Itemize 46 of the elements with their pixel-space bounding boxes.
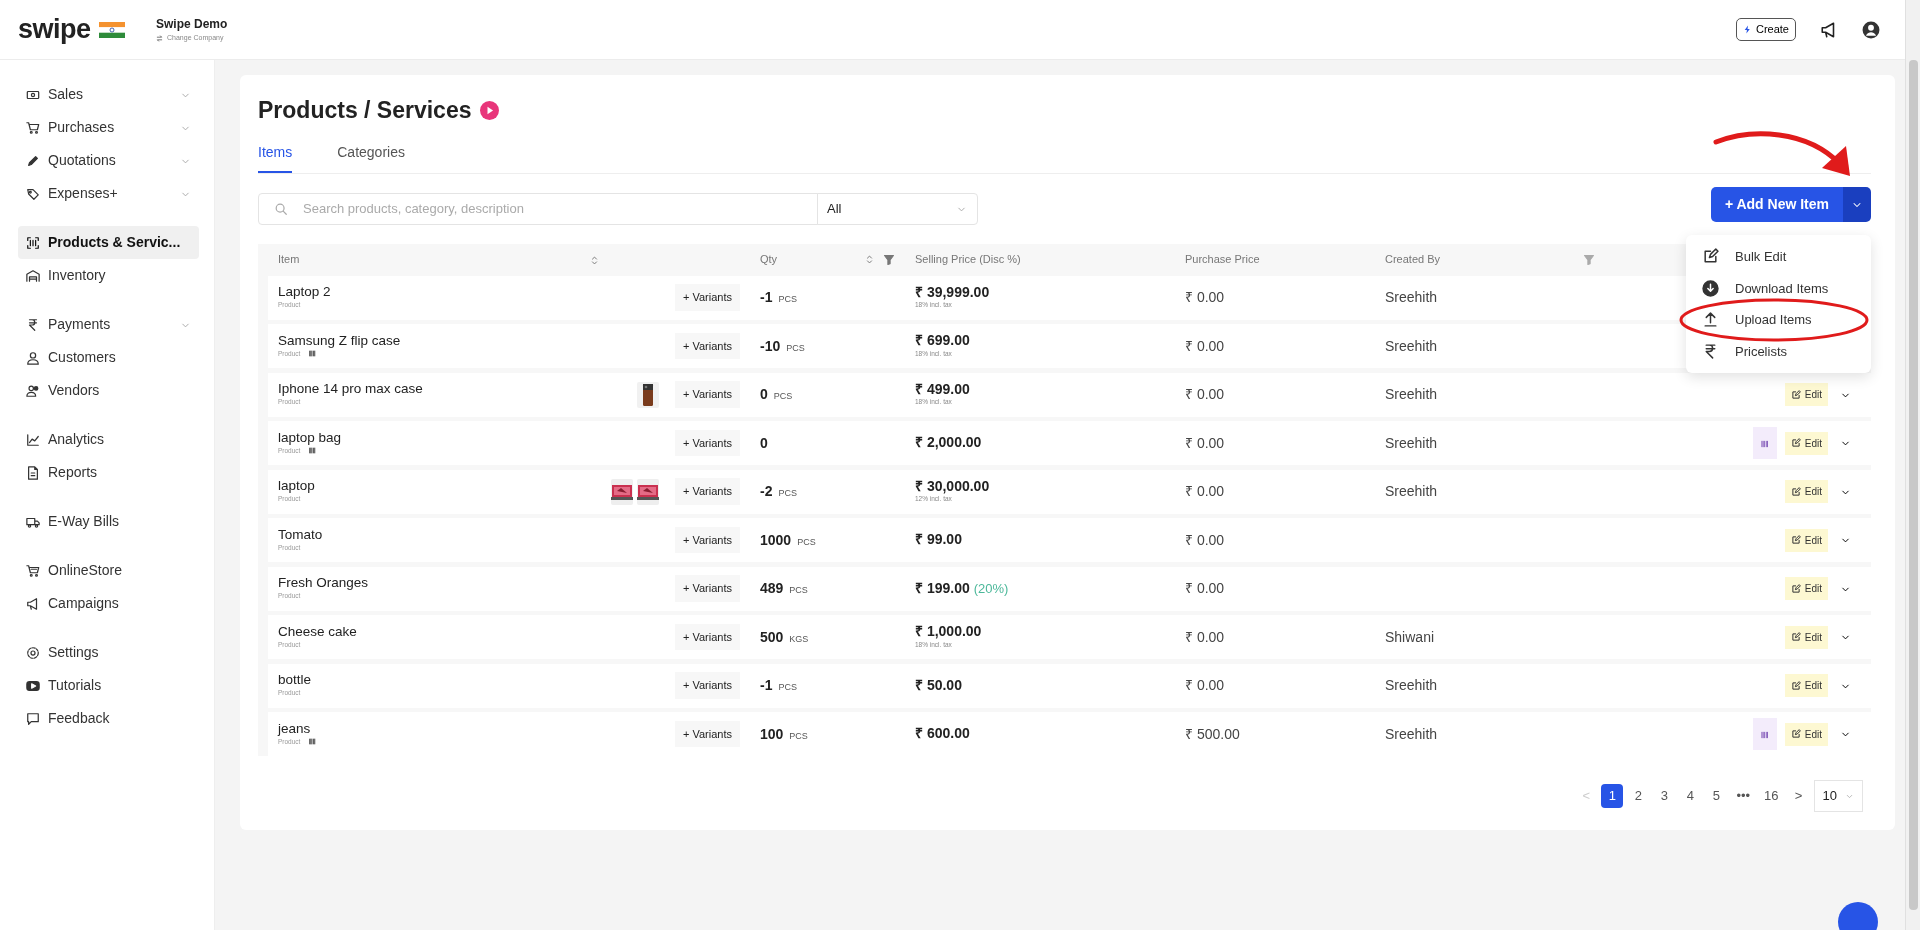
purchase-price: ₹ 0.00: [1184, 385, 1226, 404]
column-header: Created By: [1385, 252, 1441, 268]
purchase-price: ₹ 0.00: [1184, 530, 1226, 550]
purchase-price: ₹ 0.00: [1184, 433, 1226, 453]
purchase-price: ₹ 500.00: [1184, 724, 1241, 744]
selling-price: ₹ 99.00: [915, 532, 962, 548]
selling-price: ₹ 39,999.00: [915, 284, 990, 301]
purchase-price: ₹ 0.00: [1184, 627, 1226, 647]
selling-price: ₹ 50.00: [915, 677, 962, 694]
purchase-price: ₹ 0.00: [1184, 336, 1226, 356]
selling-price: ₹ 600.00: [915, 726, 970, 742]
purchase-price: ₹ 0.00: [1184, 676, 1226, 695]
purchase-price: ₹ 0.00: [1184, 579, 1226, 598]
creator-name: Sreehith: [1385, 483, 1438, 499]
selling-price: ₹ 30,000.00: [915, 478, 990, 495]
creator-name: Sreehith: [1385, 677, 1438, 693]
selling-price: ₹ 499.00: [915, 381, 970, 398]
selling-price: ₹ 1,000.00: [915, 624, 982, 640]
qty-cell-text: 0 PCS: [759, 385, 794, 404]
creator-name: Sreehith: [1385, 289, 1438, 305]
discount: (20%): [973, 579, 1009, 598]
purchase-price: ₹ 0.00: [1184, 482, 1226, 501]
qty-cell-text: 1000 PCS: [759, 530, 817, 550]
column-header: Item: [278, 252, 300, 268]
creator-name: Sreehith: [1385, 386, 1438, 402]
selling-price: ₹ 699.00: [915, 333, 970, 349]
company-name: Swipe Demo: [156, 16, 228, 34]
qty-cell-text: -1 PCS: [759, 676, 798, 695]
selling-price: ₹ 2,000.00: [915, 435, 982, 451]
qty-cell-text: -10 PCS: [759, 336, 806, 356]
selling-price: ₹ 199.00: [915, 580, 970, 597]
column-header: Qty: [760, 252, 778, 268]
page-title: Products / Services: [258, 96, 472, 125]
qty-cell-text: -2 PCS: [759, 482, 798, 501]
creator-name: Sreehith: [1385, 725, 1438, 742]
qty-cell-text: -1 PCS: [759, 288, 798, 307]
purchase-price: ₹ 0.00: [1184, 288, 1226, 307]
column-header: Selling Price (Disc %): [915, 253, 1021, 266]
qty-cell-text: 100 PCS: [759, 724, 809, 744]
creator-name: Sreehith: [1385, 434, 1438, 451]
creator-name: Shiwani: [1385, 628, 1435, 645]
qty-cell-text: 0: [759, 433, 769, 453]
qty-cell-text: 489 PCS: [759, 579, 809, 598]
qty-cell-text: 500 KGS: [759, 627, 810, 647]
creator-name: Sreehith: [1385, 337, 1438, 354]
column-header: Purchase Price: [1185, 253, 1260, 266]
